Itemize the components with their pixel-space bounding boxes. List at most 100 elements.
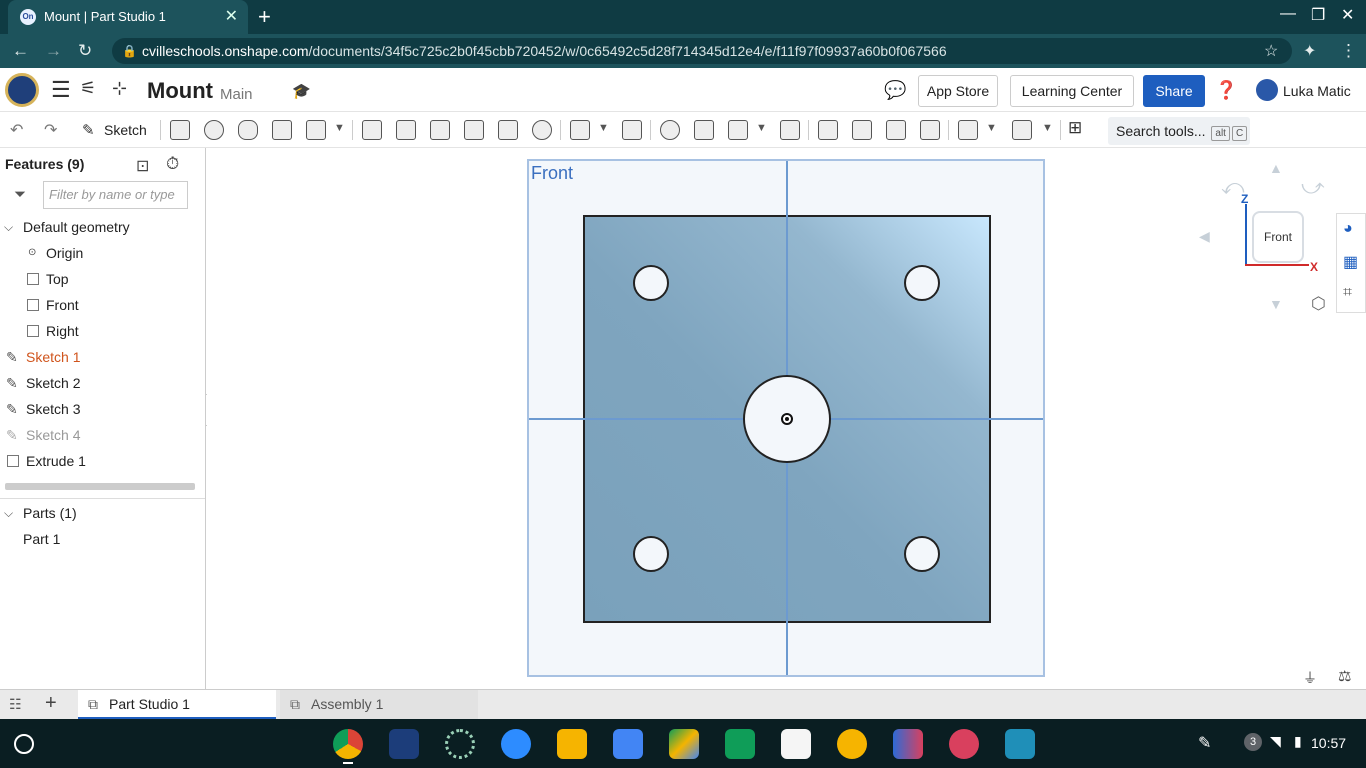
add-tab-icon[interactable]: + <box>45 692 57 715</box>
feature-item-sketch-1[interactable]: ✎ Sketch 1 <box>0 344 205 370</box>
replace-face-icon[interactable] <box>920 120 940 140</box>
chevron-down-icon[interactable]: ⌵ <box>4 500 13 526</box>
boolean-icon[interactable] <box>660 120 680 140</box>
view-options-cube-icon[interactable]: ⬡ <box>1311 294 1326 314</box>
chevron-down-icon[interactable]: ▼ <box>986 122 997 134</box>
hamburger-menu-icon[interactable]: ☰ <box>51 77 71 103</box>
tab-manager-icon[interactable]: ☷ <box>9 696 22 713</box>
zoom-app-icon[interactable] <box>501 729 531 759</box>
avatar[interactable] <box>1256 79 1278 101</box>
thicken-icon[interactable] <box>306 120 326 140</box>
feature-item-top[interactable]: Top <box>0 266 205 292</box>
chevron-down-icon[interactable]: ▼ <box>334 122 345 134</box>
help-icon[interactable]: ❓ <box>1215 80 1237 101</box>
extensions-puzzle-icon[interactable]: ✦ <box>1303 41 1316 61</box>
google-docs-icon[interactable] <box>613 729 643 759</box>
add-folder-icon[interactable]: ⊡ <box>136 156 149 176</box>
notification-badge[interactable]: 3 <box>1244 733 1262 751</box>
browser-menu-icon[interactable]: ⋮ <box>1340 41 1357 61</box>
rotate-left-arrow-icon[interactable]: ◀ <box>1199 228 1210 245</box>
plane-icon[interactable] <box>958 120 978 140</box>
close-tab-icon[interactable]: ✕ <box>225 6 238 26</box>
chevron-down-icon[interactable]: ▼ <box>756 122 767 134</box>
search-tools-input[interactable]: Search tools... alt C <box>1108 117 1250 145</box>
user-menu[interactable]: Luka Matic <box>1283 83 1351 99</box>
graphics-viewport[interactable]: Front ▲ ⤺ ⤻ ◀ ▶ ▼ Z X Front ⬡ ▼ ⏚ ⚖ <box>207 148 1366 689</box>
shell-icon[interactable] <box>498 120 518 140</box>
butterfly-app-icon[interactable] <box>893 729 923 759</box>
app-store-button[interactable]: App Store <box>918 75 998 107</box>
view-cube[interactable]: Front <box>1252 211 1304 263</box>
rollback-timer-icon[interactable]: ⏱ <box>166 154 179 174</box>
pattern-icon[interactable] <box>570 120 590 140</box>
google-sheets-icon[interactable] <box>725 729 755 759</box>
feature-item-sketch-3[interactable]: ✎ Sketch 3 <box>0 396 205 422</box>
mirror-icon[interactable] <box>622 120 642 140</box>
measure-icon[interactable]: ⏚ <box>1303 668 1317 688</box>
hole-icon[interactable] <box>532 120 552 140</box>
fillet-icon[interactable] <box>362 120 382 140</box>
chevron-down-icon[interactable]: ▼ <box>1042 122 1053 134</box>
tab-part-studio-1[interactable]: ⧉ Part Studio 1 <box>78 690 276 719</box>
hole-top-left[interactable] <box>633 265 669 301</box>
chevron-down-icon[interactable]: ▼ <box>598 122 609 134</box>
dotted-circle-app-icon[interactable] <box>445 729 475 759</box>
document-title[interactable]: Mount <box>147 78 213 104</box>
battery-icon[interactable]: ▮ <box>1294 733 1302 750</box>
stylus-icon[interactable]: ✎ <box>1198 733 1211 753</box>
add-custom-feature-icon[interactable]: ⊞ <box>1068 118 1082 138</box>
feature-item-front[interactable]: Front <box>0 292 205 318</box>
chevron-down-icon[interactable]: ⌵ <box>4 214 13 240</box>
redo-icon[interactable]: ↷ <box>44 120 57 140</box>
launcher-icon[interactable] <box>14 734 34 754</box>
google-slides-icon[interactable] <box>557 729 587 759</box>
canvas-app-icon[interactable] <box>949 729 979 759</box>
chrome-app-icon[interactable] <box>333 729 363 759</box>
sketch-button[interactable]: ✎ Sketch <box>76 116 154 144</box>
hole-bottom-right[interactable] <box>904 536 940 572</box>
parts-group[interactable]: ⌵ Parts (1) <box>0 500 205 526</box>
extrude-icon[interactable] <box>170 120 190 140</box>
reload-icon[interactable]: ↻ <box>78 41 92 61</box>
move-face-icon[interactable] <box>886 120 906 140</box>
revolve-icon[interactable] <box>204 120 224 140</box>
appearance-panel-icon[interactable]: ◕ <box>1343 220 1353 238</box>
comments-icon[interactable]: 💬 <box>884 80 906 101</box>
transform-icon[interactable] <box>728 120 748 140</box>
feature-list-scrollbar[interactable] <box>5 483 195 490</box>
feature-list-icon[interactable]: ⚟ <box>80 78 96 99</box>
feature-item-sketch-2[interactable]: ✎ Sketch 2 <box>0 370 205 396</box>
filter-icon[interactable]: ⏷ <box>14 186 26 203</box>
feature-item-origin[interactable]: ⊙ Origin <box>0 240 205 266</box>
draft-icon[interactable] <box>430 120 450 140</box>
mass-properties-icon[interactable]: ⚖ <box>1338 667 1351 685</box>
rotate-up-arrow-icon[interactable]: ▲ <box>1269 160 1283 176</box>
education-cap-icon[interactable]: 🎓 <box>292 82 311 100</box>
modify-fillet-icon[interactable] <box>818 120 838 140</box>
default-geometry-group[interactable]: ⌵ Default geometry <box>0 214 205 240</box>
wifi-icon[interactable]: ◥ <box>1270 733 1281 750</box>
rotate-right-curve-icon[interactable]: ⤻ <box>1301 174 1325 200</box>
sweep-icon[interactable] <box>238 120 258 140</box>
code-app-icon[interactable] <box>1005 729 1035 759</box>
split-icon[interactable] <box>694 120 714 140</box>
front-plane[interactable]: Front <box>527 159 1045 677</box>
back-icon[interactable]: ← <box>12 41 29 61</box>
google-keep-icon[interactable] <box>837 729 867 759</box>
learning-center-button[interactable]: Learning Center <box>1010 75 1134 107</box>
school-logo-icon[interactable] <box>5 73 39 107</box>
feature-item-right[interactable]: Right <box>0 318 205 344</box>
configuration-panel-icon[interactable]: ▦ <box>1343 252 1358 272</box>
browser-tab[interactable]: On Mount | Part Studio 1 ✕ <box>8 0 248 34</box>
maximize-icon[interactable]: ❐ <box>1311 5 1325 25</box>
hole-top-right[interactable] <box>904 265 940 301</box>
close-window-icon[interactable]: ✕ <box>1341 5 1354 25</box>
mate-connector-icon[interactable] <box>1012 120 1032 140</box>
hole-bottom-left[interactable] <box>633 536 669 572</box>
google-drive-icon[interactable] <box>669 729 699 759</box>
feature-item-extrude-1[interactable]: Extrude 1 <box>0 448 205 474</box>
undo-icon[interactable]: ↶ <box>10 120 23 140</box>
minimize-icon[interactable]: — <box>1280 5 1296 23</box>
url-field[interactable]: 🔒 cvilleschools.onshape.com/documents/34… <box>112 38 1292 64</box>
feature-filter-input[interactable]: Filter by name or type <box>43 181 188 209</box>
